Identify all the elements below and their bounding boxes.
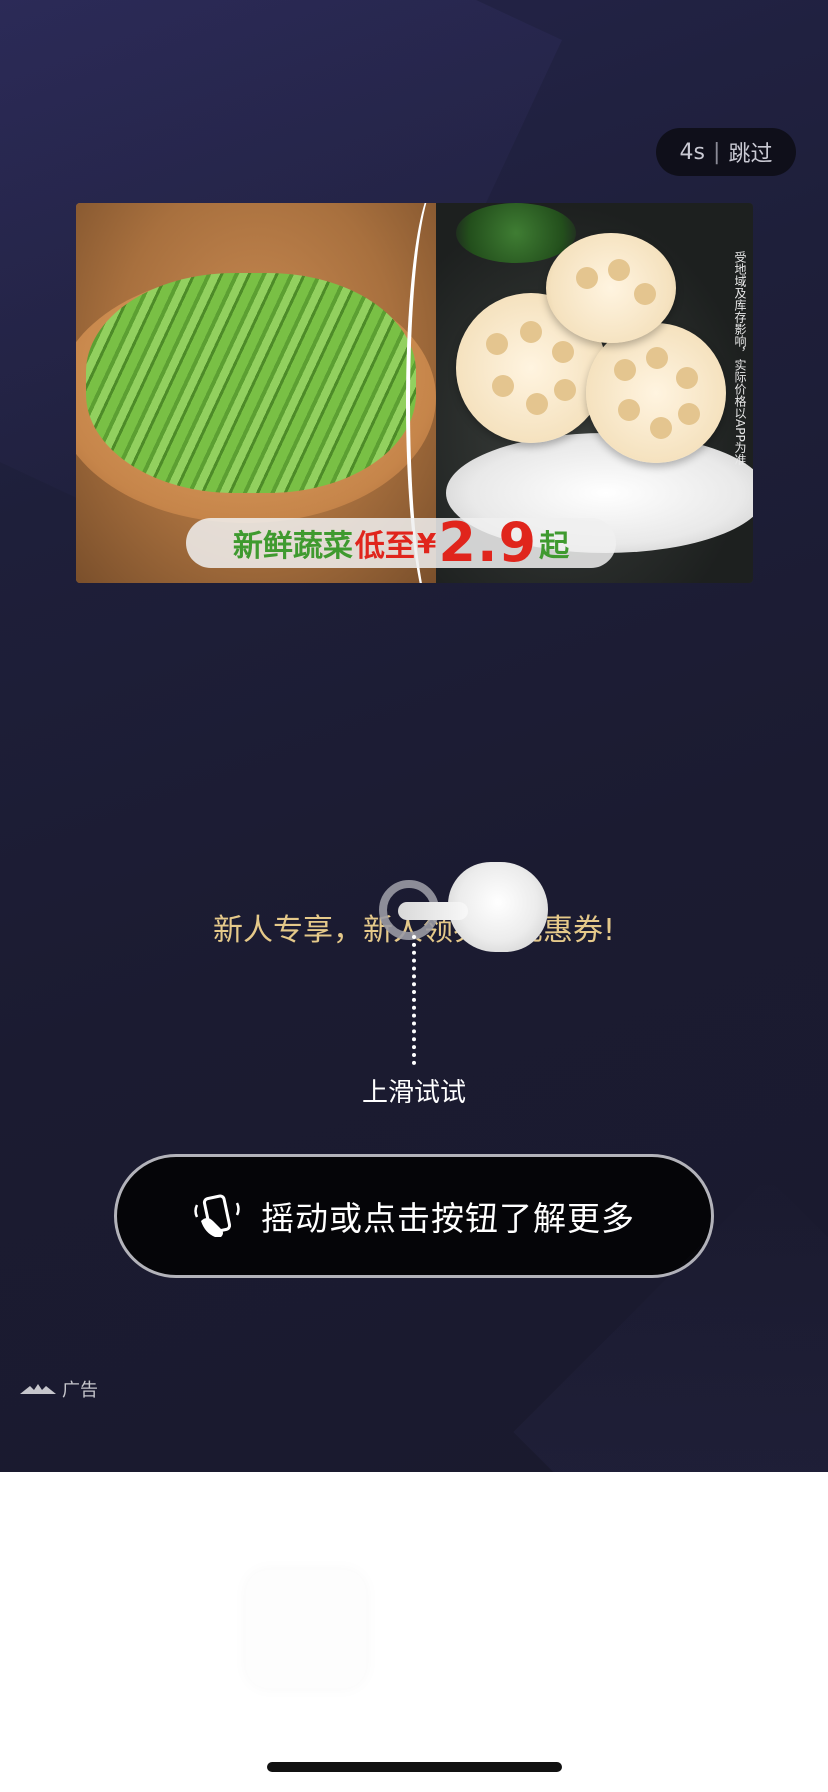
headline-red-text: 低至 [354,529,415,564]
green-beans-image [86,273,416,493]
app-logo-placeholder [246,1570,366,1688]
learn-more-label: 摇动或点击按钮了解更多 [261,1199,635,1238]
shake-phone-icon [193,1191,243,1241]
splash-ad-screen[interactable]: 4s | 跳过 受地域及库存影响，实际价格以APP为准 新鲜蔬菜 低至 ¥ 2.… [0,0,828,1472]
price-headline: 新鲜蔬菜 低至 ¥ 2.9 起 [186,511,616,574]
ad-network-logo-icon [20,1382,56,1396]
lotus-slice [586,323,726,463]
skip-label: 跳过 [728,142,773,167]
ad-label: 广告 [20,1376,98,1402]
price-value: 2.9 [438,511,538,574]
lotus-slice [546,233,676,343]
skip-button[interactable]: 4s | 跳过 [656,128,796,176]
swipe-up-hint: 上滑试试 [361,1078,466,1108]
price-suffix: 起 [539,529,570,564]
countdown-text: 4s [679,139,706,165]
learn-more-button[interactable]: 摇动或点击按钮了解更多 [114,1154,714,1278]
ad-label-text: 广告 [62,1380,98,1401]
home-indicator[interactable] [267,1762,562,1772]
ad-banner-image[interactable]: 受地域及库存影响，实际价格以APP为准 新鲜蔬菜 低至 ¥ 2.9 起 [76,203,753,583]
swipe-guide-line [412,935,416,1065]
headline-green-text: 新鲜蔬菜 [232,529,353,564]
currency-symbol: ¥ [416,526,437,560]
skip-separator: | [713,139,721,165]
bottom-blank-area [0,1472,828,1792]
pointing-hand-icon [398,862,548,952]
disclaimer-text: 受地域及库存影响，实际价格以APP为准 [733,251,747,466]
